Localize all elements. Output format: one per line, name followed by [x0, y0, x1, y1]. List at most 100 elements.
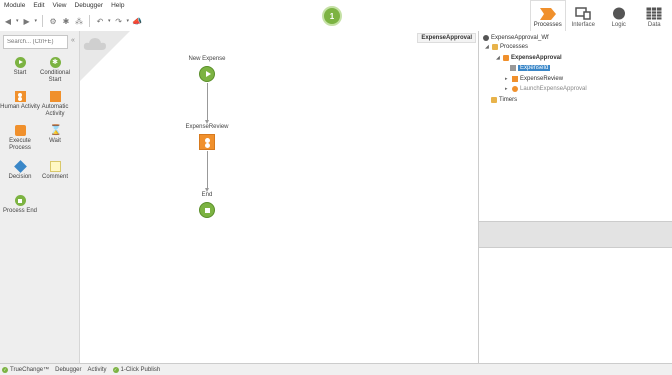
tab-label: Processes: [533, 22, 562, 28]
tree-timers[interactable]: Timers: [491, 97, 517, 103]
tab-interface[interactable]: Interface: [566, 0, 602, 31]
tree-label: Timers: [499, 97, 518, 103]
properties-panel: [478, 248, 672, 363]
toolbox-search-input[interactable]: [3, 35, 68, 49]
tab-label: Logic: [611, 22, 626, 28]
undo-icon[interactable]: ↶: [95, 16, 105, 26]
tree-label: ExpenseReview: [520, 76, 564, 82]
menu-edit[interactable]: Edit: [33, 2, 44, 9]
debug-icon[interactable]: ✱: [61, 16, 71, 26]
tree-processes[interactable]: ◢ Processes: [485, 44, 528, 50]
menu-module[interactable]: Module: [4, 2, 25, 9]
chevron-down-icon[interactable]: ▾: [127, 18, 130, 24]
process-icon: [503, 55, 509, 61]
tool-decision[interactable]: Decision: [0, 160, 40, 181]
process-tree: ExpenseApproval_Wf ◢ Processes ◢ Expense…: [478, 31, 672, 221]
panel-splitter[interactable]: [478, 221, 672, 248]
start-node[interactable]: [199, 66, 215, 82]
tab-label: TrueChange™: [10, 366, 50, 373]
tree-var[interactable]: ExpenseId: [510, 65, 551, 71]
tool-label: Human Activity: [0, 104, 40, 110]
logic-icon: [611, 7, 627, 20]
check-icon: ✓: [2, 366, 8, 373]
tool-label: Execute Process: [9, 138, 31, 151]
expand-icon[interactable]: ◢: [485, 44, 490, 50]
tab-processes[interactable]: Processes: [530, 0, 566, 31]
tab-label: Interface: [571, 22, 595, 28]
folder-icon: [492, 44, 498, 50]
tab-label: Debugger: [55, 366, 82, 373]
hourglass-icon: ⌛: [49, 125, 62, 136]
tree-label: ExpenseApproval: [511, 55, 562, 61]
collapse-icon[interactable]: ▸: [505, 76, 510, 82]
tool-wait[interactable]: ⌛ Wait: [35, 125, 75, 145]
menu-debugger[interactable]: Debugger: [75, 2, 104, 9]
human-activity-icon: [512, 76, 518, 82]
collapse-icon[interactable]: ▸: [505, 86, 510, 92]
connector: [207, 83, 208, 121]
gear-icon[interactable]: ⚙: [48, 16, 58, 26]
tab-label: Data: [647, 22, 661, 28]
forward-icon[interactable]: ▶: [22, 16, 32, 26]
megaphone-icon[interactable]: 📣: [132, 16, 142, 26]
end-node[interactable]: [199, 202, 215, 218]
menu-help[interactable]: Help: [111, 2, 124, 9]
process-end-icon: [14, 195, 26, 206]
redo-icon[interactable]: ↷: [114, 16, 124, 26]
tool-process-end[interactable]: Process End: [0, 195, 40, 215]
tool-execute-process[interactable]: Execute Process: [0, 125, 40, 152]
canvas-process-tag: ExpenseApproval: [417, 33, 476, 43]
tool-label: Conditional Start: [39, 70, 71, 83]
menu-view[interactable]: View: [53, 2, 67, 9]
tab-data[interactable]: Data: [637, 0, 672, 31]
launch-icon: [512, 86, 518, 92]
tab-logic[interactable]: Logic: [601, 0, 637, 31]
tree-launch[interactable]: ▸ LaunchExpenseApproval: [505, 86, 587, 92]
menu-bar: Module Edit View Debugger Help: [0, 0, 530, 11]
back-icon[interactable]: ◀: [3, 16, 13, 26]
toolbar-divider: [89, 15, 91, 27]
tool-conditional-start[interactable]: ✱ Conditional Start: [35, 57, 75, 84]
human-activity-node[interactable]: [199, 134, 215, 150]
folder-icon: [491, 97, 497, 103]
tab-label: Activity: [87, 366, 107, 373]
toolbar-divider: [42, 15, 44, 27]
chevron-down-icon[interactable]: ▾: [16, 18, 19, 24]
expand-icon[interactable]: ◢: [496, 55, 501, 61]
tool-automatic-activity[interactable]: Automatic Activity: [35, 91, 75, 118]
tree-activity[interactable]: ▸ ExpenseReview: [505, 76, 563, 82]
publish-tab[interactable]: ✓ 1-Click Publish: [112, 366, 160, 373]
connector: [207, 151, 208, 189]
debugger-tab[interactable]: Debugger: [55, 367, 81, 373]
automatic-activity-icon: [49, 91, 61, 102]
tree-label: ExpenseApproval_Wf: [491, 35, 549, 41]
activity-tab[interactable]: Activity: [88, 367, 107, 373]
layer-tabs: Processes Interface Logic Data: [530, 0, 672, 31]
conditional-start-icon: ✱: [49, 57, 61, 68]
check-icon: ✓: [112, 366, 119, 373]
tree-process[interactable]: ◢ ExpenseApproval: [496, 55, 562, 61]
input-parameter-icon: [510, 65, 516, 71]
process-toolbox: « Start ✱ Conditional Start Human Activi…: [0, 31, 80, 363]
tree-label: ExpenseId: [518, 65, 551, 71]
collapse-toolbox-icon[interactable]: «: [71, 37, 75, 44]
publish-status-badge[interactable]: 1: [322, 6, 342, 26]
process-canvas[interactable]: ExpenseApproval New Expense ExpenseRevie…: [80, 31, 478, 363]
dependencies-icon[interactable]: ⁂: [74, 16, 84, 26]
tool-label: Decision: [8, 174, 32, 180]
cloud-icon: [83, 37, 106, 50]
truechange-tab[interactable]: ✓ TrueChange™: [2, 366, 50, 373]
data-icon: [646, 7, 662, 20]
module-icon: [483, 35, 489, 41]
tool-label: Automatic Activity: [41, 104, 69, 117]
tool-comment[interactable]: Comment: [35, 161, 75, 181]
chevron-down-icon[interactable]: ▾: [35, 18, 38, 24]
tool-label: Start: [13, 70, 27, 76]
tool-human-activity[interactable]: Human Activity: [0, 91, 40, 111]
chevron-down-icon[interactable]: ▾: [108, 18, 111, 24]
tree-root[interactable]: ExpenseApproval_Wf: [483, 35, 549, 41]
tool-start[interactable]: Start: [0, 57, 40, 77]
toolbar: ◀ ▾ ▶ ▾ ⚙ ✱ ⁂ ↶ ▾ ↷ ▾ 📣: [0, 11, 530, 31]
start-icon: [14, 57, 26, 68]
human-activity-icon: [14, 91, 26, 102]
